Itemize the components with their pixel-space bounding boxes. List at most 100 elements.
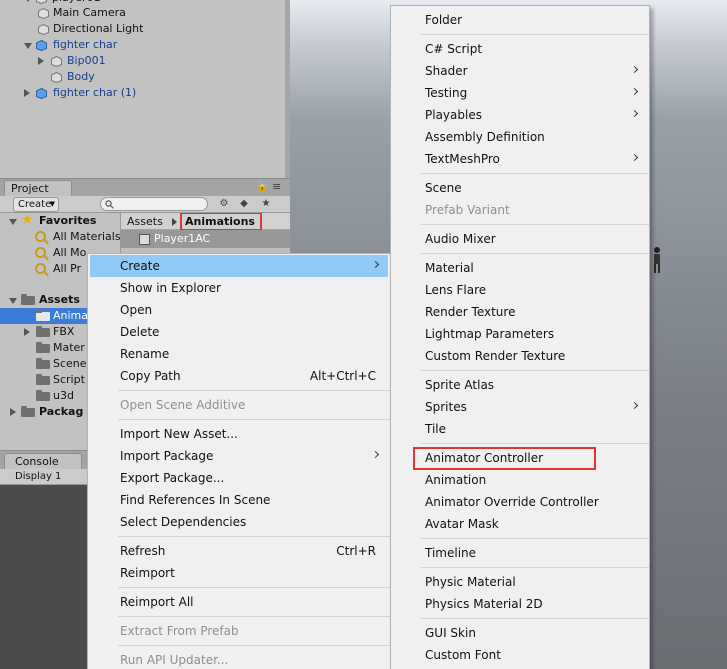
- menu-item-shortcut: Ctrl+R: [336, 544, 376, 558]
- expand-arrow-icon[interactable]: [9, 298, 17, 304]
- favorite-item[interactable]: All Materials: [0, 229, 120, 245]
- hierarchy-item[interactable]: Main Camera: [0, 5, 285, 21]
- expand-arrow-icon[interactable]: [24, 89, 30, 97]
- menu-item-folder[interactable]: Folder: [393, 9, 647, 31]
- folder-icon: [36, 342, 50, 353]
- menu-item-physics-material-2d[interactable]: Physics Material 2D: [393, 593, 647, 615]
- menu-separator: [118, 616, 390, 617]
- search-by-label-icon[interactable]: ◆: [236, 197, 252, 212]
- menu-item-shader[interactable]: Shader: [393, 60, 647, 82]
- menu-item-label: Select Dependencies: [120, 515, 247, 529]
- menu-item-animation[interactable]: Animation: [393, 469, 647, 491]
- folder-icon: [36, 310, 50, 321]
- menu-item-import-package[interactable]: Import Package: [90, 445, 388, 467]
- menu-item-import-new-asset[interactable]: Import New Asset...: [90, 423, 388, 445]
- menu-separator: [421, 567, 649, 568]
- context-menu: Create Show in Explorer Open Delete Rena…: [87, 253, 391, 669]
- menu-item-show-in-explorer[interactable]: Show in Explorer: [90, 277, 388, 299]
- menu-item-reimport-all[interactable]: Reimport All: [90, 591, 388, 613]
- display-dropdown[interactable]: Display 1: [10, 470, 80, 484]
- tab-project[interactable]: Project: [4, 180, 72, 197]
- menu-item-gui-skin[interactable]: GUI Skin: [393, 622, 647, 644]
- folder-label: Script: [53, 373, 85, 386]
- submenu-arrow-icon: [371, 450, 380, 459]
- menu-item-delete[interactable]: Delete: [90, 321, 388, 343]
- menu-item-rename[interactable]: Rename: [90, 343, 388, 365]
- hierarchy-item-label: fighter char (1): [53, 86, 137, 99]
- expand-arrow-icon[interactable]: [38, 57, 44, 65]
- tab-console[interactable]: Console: [4, 453, 82, 470]
- prefab-icon: [36, 88, 47, 99]
- breadcrumb-animations[interactable]: Animations: [180, 213, 262, 231]
- menu-item-avatar-mask[interactable]: Avatar Mask: [393, 513, 647, 535]
- packages-label: Packag: [39, 405, 84, 418]
- menu-item-csharp-script[interactable]: C# Script: [393, 38, 647, 60]
- menu-item-label: Rename: [120, 347, 170, 361]
- favorite-item-label: All Mo: [53, 246, 87, 259]
- folder-label: Anima: [53, 309, 89, 322]
- hierarchy-item[interactable]: Bip001: [0, 53, 285, 69]
- menu-item-select-dependencies[interactable]: Select Dependencies: [90, 511, 388, 533]
- expand-arrow-icon[interactable]: [24, 328, 30, 336]
- menu-item-textmeshpro[interactable]: TextMeshPro: [393, 148, 647, 170]
- menu-item-custom-render-texture[interactable]: Custom Render Texture: [393, 345, 647, 367]
- menu-item-copy-path[interactable]: Copy Path Alt+Ctrl+C: [90, 365, 388, 387]
- create-button-label: Create: [18, 199, 52, 210]
- hierarchy-item-label: Directional Light: [53, 22, 144, 35]
- menu-item-lightmap-parameters[interactable]: Lightmap Parameters: [393, 323, 647, 345]
- menu-item-refresh[interactable]: Refresh Ctrl+R: [90, 540, 388, 562]
- menu-item-testing[interactable]: Testing: [393, 82, 647, 104]
- menu-item-assembly-definition[interactable]: Assembly Definition: [393, 126, 647, 148]
- hierarchy-item[interactable]: fighter char: [0, 37, 285, 53]
- menu-item-audio-mixer[interactable]: Audio Mixer: [393, 228, 647, 250]
- asset-item-selected[interactable]: Player1AC: [121, 230, 290, 248]
- favorites-header[interactable]: ★ Favorites: [0, 213, 120, 229]
- favorite-item-label: All Pr: [53, 262, 82, 275]
- hierarchy-item[interactable]: fighter char (1): [0, 85, 285, 101]
- menu-item-lens-flare[interactable]: Lens Flare: [393, 279, 647, 301]
- menu-item-create[interactable]: Create: [90, 255, 388, 277]
- hierarchy-item[interactable]: Body: [0, 69, 285, 85]
- search-by-type-icon[interactable]: ⚙: [216, 197, 232, 212]
- menu-separator: [118, 645, 390, 646]
- menu-item-find-references[interactable]: Find References In Scene: [90, 489, 388, 511]
- menu-separator: [421, 538, 649, 539]
- menu-item-playables[interactable]: Playables: [393, 104, 647, 126]
- asset-item-label: Player1AC: [154, 232, 211, 245]
- expand-arrow-icon[interactable]: [24, 0, 32, 2]
- folder-label: Scene: [53, 357, 87, 370]
- menu-item-custom-font[interactable]: Custom Font: [393, 644, 647, 666]
- panel-menu-icon[interactable]: ≡: [272, 180, 281, 193]
- search-input[interactable]: [100, 197, 208, 211]
- menu-item-material[interactable]: Material: [393, 257, 647, 279]
- expand-arrow-icon[interactable]: [9, 219, 17, 225]
- hierarchy-item[interactable]: Directional Light: [0, 21, 285, 37]
- menu-item-sprite-atlas[interactable]: Sprite Atlas: [393, 374, 647, 396]
- hierarchy-item-label: Bip001: [67, 54, 106, 67]
- menu-item-tile[interactable]: Tile: [393, 418, 647, 440]
- favorite-star-icon[interactable]: ★: [258, 197, 274, 212]
- menu-item-render-texture[interactable]: Render Texture: [393, 301, 647, 323]
- menu-item-animator-override-controller[interactable]: Animator Override Controller: [393, 491, 647, 513]
- menu-item-label: Run API Updater...: [120, 653, 229, 667]
- menu-item-reimport[interactable]: Reimport: [90, 562, 388, 584]
- lock-icon[interactable]: 🔒: [256, 181, 268, 192]
- menu-item-open[interactable]: Open: [90, 299, 388, 321]
- menu-item-physic-material[interactable]: Physic Material: [393, 571, 647, 593]
- hierarchy-item-label: fighter char: [53, 38, 118, 51]
- menu-item-label: Reimport: [120, 566, 175, 580]
- menu-item-export-package[interactable]: Export Package...: [90, 467, 388, 489]
- create-dropdown-button[interactable]: Create ▼: [13, 197, 59, 212]
- menu-item-label: Shader: [425, 64, 468, 78]
- menu-item-scene[interactable]: Scene: [393, 177, 647, 199]
- search-filter-icon: [35, 231, 46, 242]
- breadcrumb-assets[interactable]: Assets: [127, 214, 163, 229]
- menu-item-timeline[interactable]: Timeline: [393, 542, 647, 564]
- expand-arrow-icon[interactable]: [24, 43, 32, 49]
- favorites-label: Favorites: [39, 214, 97, 227]
- expand-arrow-icon[interactable]: [10, 408, 16, 416]
- menu-separator: [421, 443, 649, 444]
- menu-item-label: Open: [120, 303, 153, 317]
- menu-item-label: Sprites: [425, 400, 467, 414]
- menu-item-sprites[interactable]: Sprites: [393, 396, 647, 418]
